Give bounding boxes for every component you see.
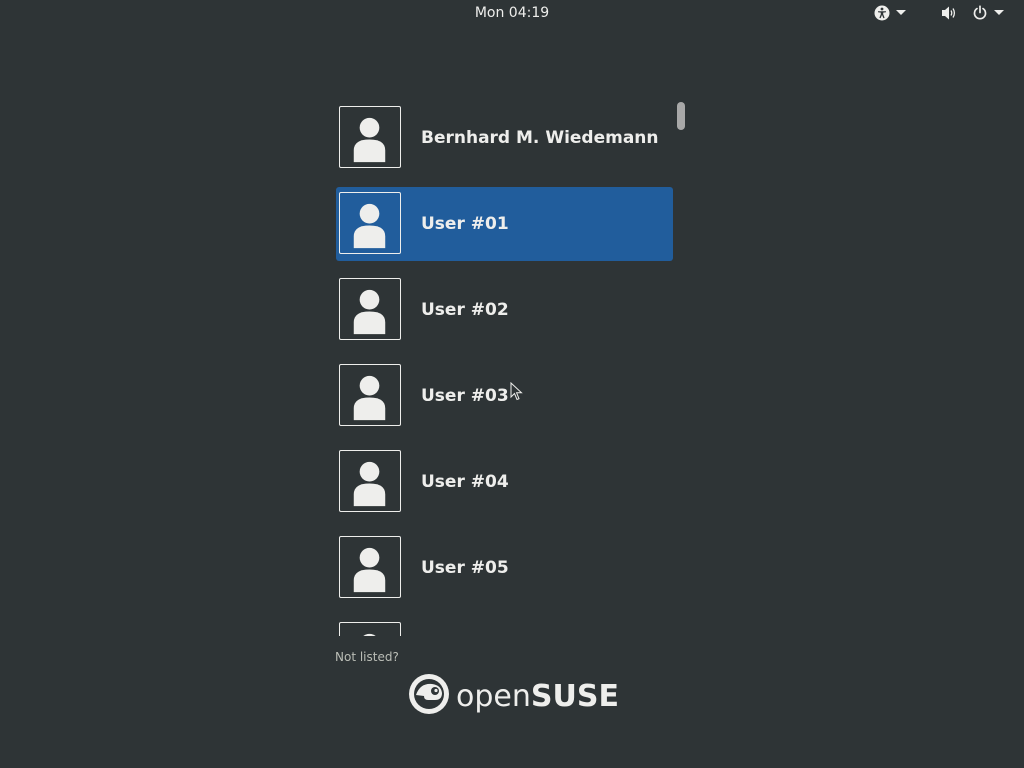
avatar	[339, 450, 401, 512]
system-menu[interactable]	[940, 0, 1004, 26]
user-name: User #03	[421, 386, 509, 406]
user-name: User #05	[421, 558, 509, 578]
mouse-pointer-icon	[510, 381, 524, 406]
user-row[interactable]: User #05	[336, 531, 673, 605]
user-name: User #04	[421, 472, 509, 492]
chameleon-logo-icon	[408, 673, 450, 719]
chevron-down-icon	[896, 10, 906, 16]
user-row[interactable]: User #03	[336, 359, 673, 433]
user-name: User #01	[421, 214, 509, 234]
user-list[interactable]: Bernhard M. Wiedemann User #01 User #02 Use…	[336, 100, 688, 636]
user-name: Bernhard M. Wiedemann	[421, 128, 659, 148]
user-row-partial[interactable]	[336, 617, 673, 636]
top-bar: Mon 04:19	[0, 0, 1024, 26]
avatar	[339, 622, 401, 636]
scrollbar[interactable]	[677, 102, 685, 130]
user-row[interactable]: User #02	[336, 273, 673, 347]
avatar	[339, 192, 401, 254]
logo-prefix: open	[456, 678, 531, 714]
logo-suffix: SUSE	[530, 678, 619, 714]
power-icon	[972, 5, 988, 21]
chevron-down-icon	[994, 10, 1004, 16]
user-row[interactable]: User #04	[336, 445, 673, 519]
avatar	[339, 278, 401, 340]
volume-icon	[940, 5, 958, 21]
user-row[interactable]: Bernhard M. Wiedemann	[336, 101, 673, 175]
opensuse-logo: openSUSE	[408, 674, 619, 718]
not-listed-link[interactable]: Not listed?	[335, 650, 399, 664]
accessibility-icon	[874, 5, 890, 21]
avatar	[339, 536, 401, 598]
logo-text: openSUSE	[456, 679, 619, 714]
accessibility-menu[interactable]	[874, 0, 906, 26]
clock[interactable]: Mon 04:19	[0, 0, 1024, 26]
avatar	[339, 364, 401, 426]
user-row[interactable]: User #01	[336, 187, 673, 261]
user-name: User #02	[421, 300, 509, 320]
avatar	[339, 106, 401, 168]
